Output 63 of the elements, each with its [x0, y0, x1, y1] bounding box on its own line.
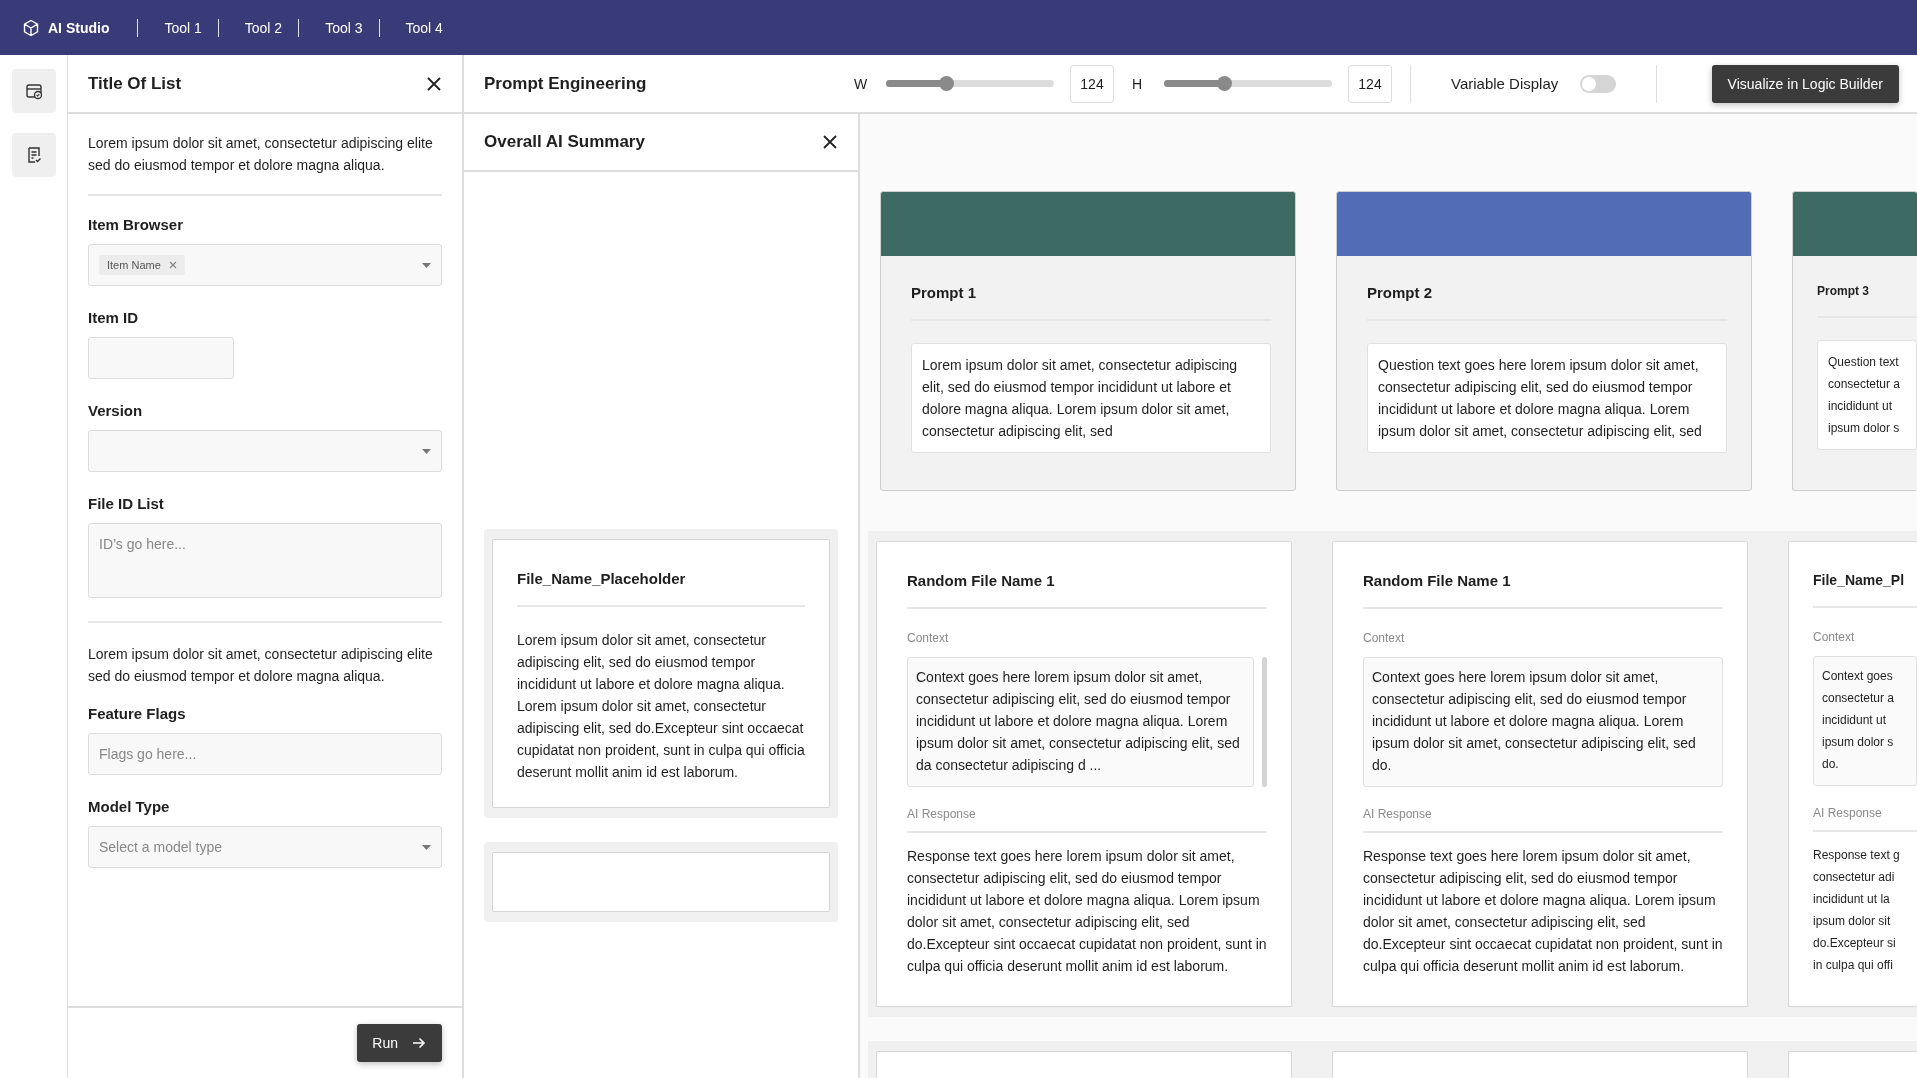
- dropdown-caret-icon: [422, 448, 431, 454]
- file-title: Random File Name 1: [1363, 572, 1723, 609]
- visualize-button[interactable]: Visualize in Logic Builder: [1711, 64, 1899, 103]
- context-text: Context goes here lorem ipsum dolor sit amet, consectetur adipiscing elit, sed do eiusmod tempor incididunt ut labore et dolore magna aliqua. Lorem ipsum dolor sit amet, consectetur adipiscing elit, sed da consectetur adipiscing d ...: [907, 657, 1254, 787]
- toggle-label: Variable Display: [1451, 75, 1559, 92]
- context-text: Context goes consectetur a incididunt ut ipsum dolor s do.: [1813, 656, 1917, 786]
- description-text: Lorem ipsum dolor sit amet, consectetur adipiscing elite sed do eiusmod tempor et dolore magna aliqua.: [88, 134, 434, 175]
- context-text: Context goes here lorem ipsum dolor sit amet, consectetur adipiscing elit, sed do eiusmod tempor incididunt ut labore et dolore magna aliqua. Lorem ipsum dolor sit amet, consectetur adipiscing elit, sed do.: [1363, 657, 1723, 787]
- response-text: Response text g consectetur adi incididunt ut la ipsum dolor sit do.Excepteur si in culpa qui offi: [1813, 847, 1901, 974]
- panel-title: Overall AI Summary: [484, 132, 645, 152]
- response-text: Response text goes here lorem ipsum dolor sit amet, consectetur adipiscing elit, sed do eiusmod tempor incididunt ut labore et dolore magna aliqua. Lorem ipsum dolor sit amet, consectetur adipiscing elit, sed do.Excepteur sint occaecat cupidatat non proident, sunt in culpa qui officia deserunt mollit anim id est laborum.: [907, 847, 1267, 976]
- calendar-check-icon: [23, 81, 44, 101]
- checklist-button[interactable]: [11, 133, 56, 177]
- field-label: Item ID: [88, 309, 139, 326]
- dropdown-caret-icon: [422, 262, 431, 268]
- slider-label: W: [854, 75, 869, 92]
- prompt-title: Prompt 3: [1817, 284, 1917, 318]
- response-text: Response text goes here lorem ipsum dolor sit amet, consectetur adipiscing elit, sed do eiusmod tempor incididunt ut labore et dolore magna aliqua. Lorem ipsum dolor sit amet, consectetur adipiscing elit, sed do.Excepteur sint occaecat cupidatat non proident, sunt in culpa qui officia deserunt mollit anim id est laborum.: [1363, 847, 1723, 976]
- prompt-text: Question text goes here lorem ipsum dolor sit amet, consectetur adipiscing elit, sed do eiusmod tempor incididunt ut labore et dolore magna aliqua. Lorem ipsum dolor sit amet, consectetur adipiscing elit, sed: [1367, 343, 1727, 453]
- response-label: AI Response: [1813, 806, 1917, 832]
- item-select[interactable]: Item Name: [88, 244, 442, 286]
- prompt-text: Question text consectetur a incididunt ut ipsum dolor s: [1817, 340, 1917, 450]
- slider-thumb[interactable]: [1217, 76, 1233, 91]
- arrow-right-icon: [412, 1037, 426, 1049]
- prompt-title: Prompt 2: [1367, 284, 1727, 321]
- scrollbar[interactable]: [1262, 657, 1267, 787]
- value-field[interactable]: 124: [1070, 64, 1114, 103]
- panel-title: Title Of List: [88, 73, 182, 94]
- context-label: Context: [907, 631, 950, 645]
- description-text: Lorem ipsum dolor sit amet, consectetur adipiscing elite sed do eiusmod tempor et dolore magna aliqua.: [88, 645, 434, 686]
- prompt-title: Prompt 1: [911, 284, 1271, 321]
- slider-thumb[interactable]: [939, 76, 955, 91]
- response-label: AI Response: [907, 807, 1267, 833]
- context-label: Context: [1363, 631, 1406, 645]
- item-chip: Item Name: [99, 255, 185, 275]
- panel-title: Prompt Engineering: [484, 73, 648, 94]
- toggle-switch[interactable]: [1580, 74, 1617, 93]
- app-name: AI Studio: [48, 19, 110, 36]
- cube-logo-icon: [22, 18, 40, 37]
- select-field[interactable]: [88, 430, 442, 472]
- tool-link[interactable]: Tool 1: [164, 19, 202, 36]
- file-title: File_Name_Pl: [1813, 572, 1917, 608]
- field-label: Model Type: [88, 798, 171, 815]
- field-label: File ID List: [88, 495, 165, 512]
- file-text: Lorem ipsum dolor sit amet, consectetur adipiscing elit, sed do eiusmod tempor incididunt ut labore et dolore magna aliqua. Lorem ipsum dolor sit amet, consectetur adipiscing elit, sed do.Excepteur sint occaecat cupidatat non proident, sunt in culpa qui officia deserunt mollit anim id est laborum.: [517, 631, 805, 782]
- run-button[interactable]: Run: [357, 1024, 442, 1062]
- dropdown-caret-icon: [422, 844, 431, 850]
- tool-link[interactable]: Tool 4: [405, 19, 443, 36]
- calendar-check-button[interactable]: [11, 69, 56, 113]
- field-label: Item Browser: [88, 216, 185, 233]
- context-label: Context: [1813, 630, 1856, 644]
- value-field[interactable]: 124: [1348, 64, 1392, 103]
- tool-link[interactable]: Tool 2: [244, 19, 283, 36]
- response-label: AI Response: [1363, 807, 1723, 833]
- input-field[interactable]: [88, 337, 234, 379]
- field-label: Feature Flags: [88, 705, 187, 722]
- file-title: Random File Name 1: [907, 572, 1267, 609]
- remove-icon[interactable]: [168, 261, 177, 269]
- file-title: File_Name_Placeholder: [517, 570, 805, 607]
- slider-label: H: [1132, 75, 1144, 92]
- field-label: Version: [88, 402, 144, 419]
- tool-link[interactable]: Tool 3: [325, 19, 363, 36]
- prompt-text: Lorem ipsum dolor sit amet, consectetur adipiscing elit, sed do eiusmod tempor incididunt ut labore et dolore magna aliqua. Lorem ipsum dolor sit amet, consectetur adipiscing elit, sed: [911, 343, 1271, 453]
